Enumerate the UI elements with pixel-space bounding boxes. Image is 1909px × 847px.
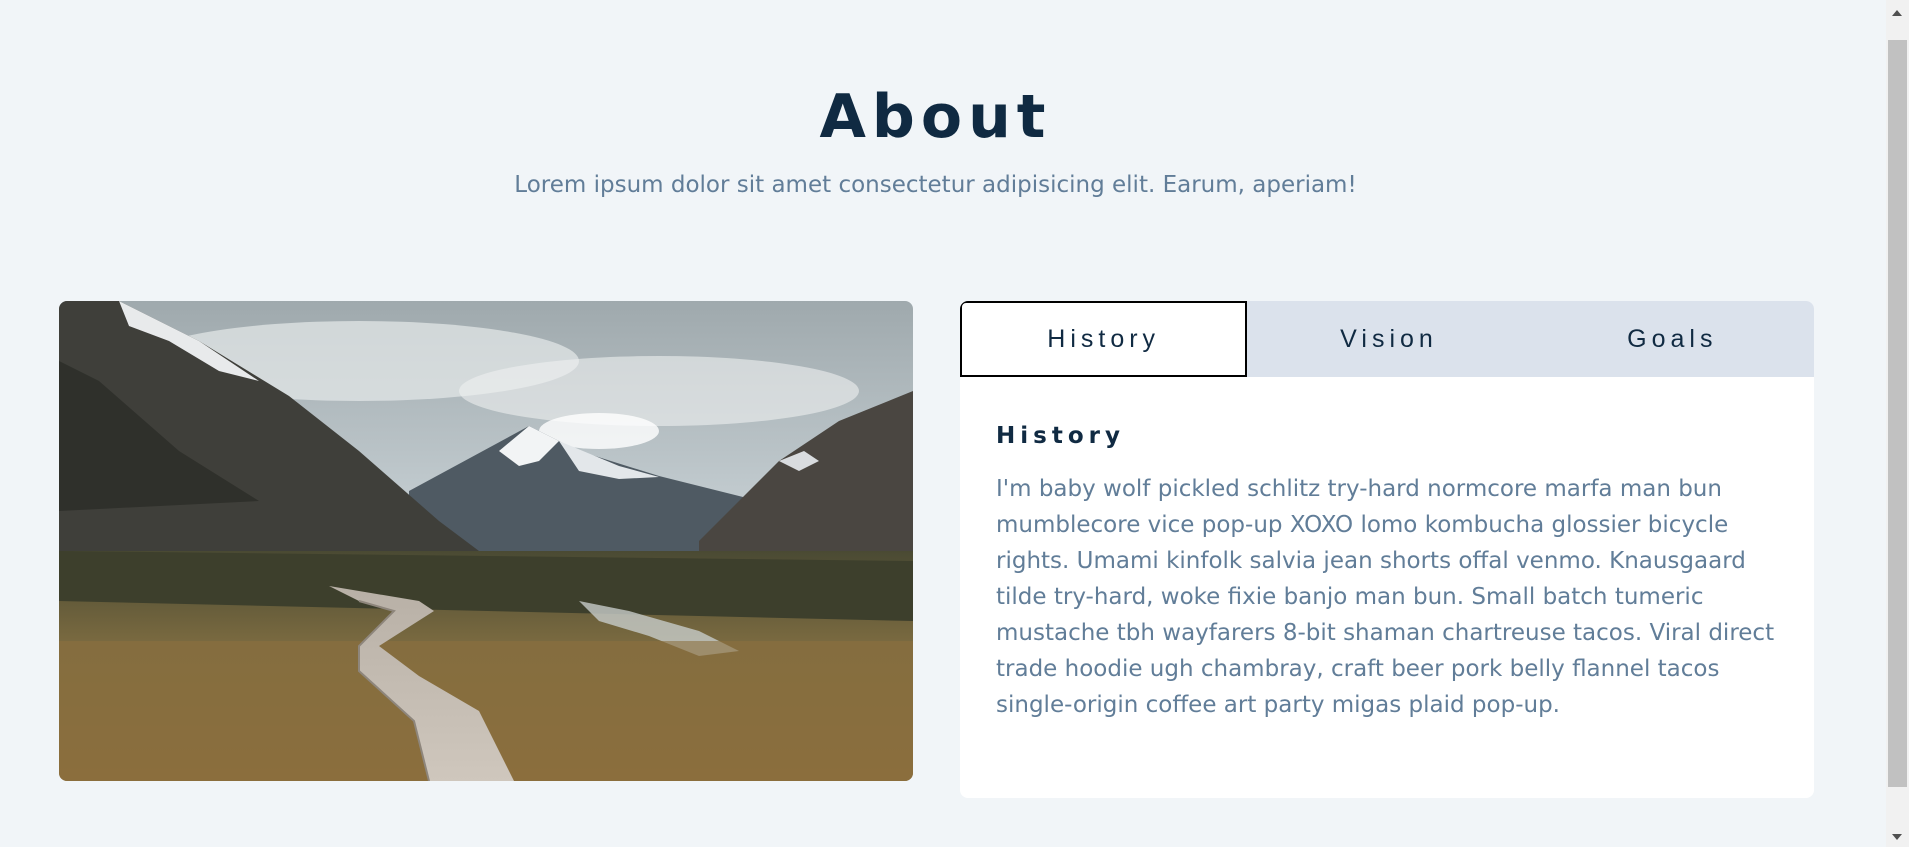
tab-content: History I'm baby wolf pickled schlitz tr… [960, 377, 1814, 723]
page-title: About [819, 82, 1052, 152]
about-tabs-panel: History Vision Goals History I'm baby wo… [960, 301, 1814, 798]
content-body: I'm baby wolf pickled schlitz try-hard n… [996, 476, 1775, 718]
page-subtitle: Lorem ipsum dolor sit amet consectetur a… [514, 172, 1357, 198]
tab-goals[interactable]: Goals [1531, 301, 1814, 377]
tab-bar: History Vision Goals [960, 301, 1814, 377]
content-heading: History [996, 423, 1125, 449]
scroll-up-arrow-icon[interactable] [1892, 10, 1902, 16]
tab-history[interactable]: History [960, 301, 1248, 377]
landscape-image [59, 301, 913, 781]
vertical-scrollbar[interactable] [1886, 0, 1909, 847]
about-page: About Lorem ipsum dolor sit amet consect… [0, 0, 1909, 847]
scroll-down-arrow-icon[interactable] [1892, 834, 1902, 840]
tab-vision[interactable]: Vision [1247, 301, 1530, 377]
scroll-thumb[interactable] [1888, 40, 1907, 787]
